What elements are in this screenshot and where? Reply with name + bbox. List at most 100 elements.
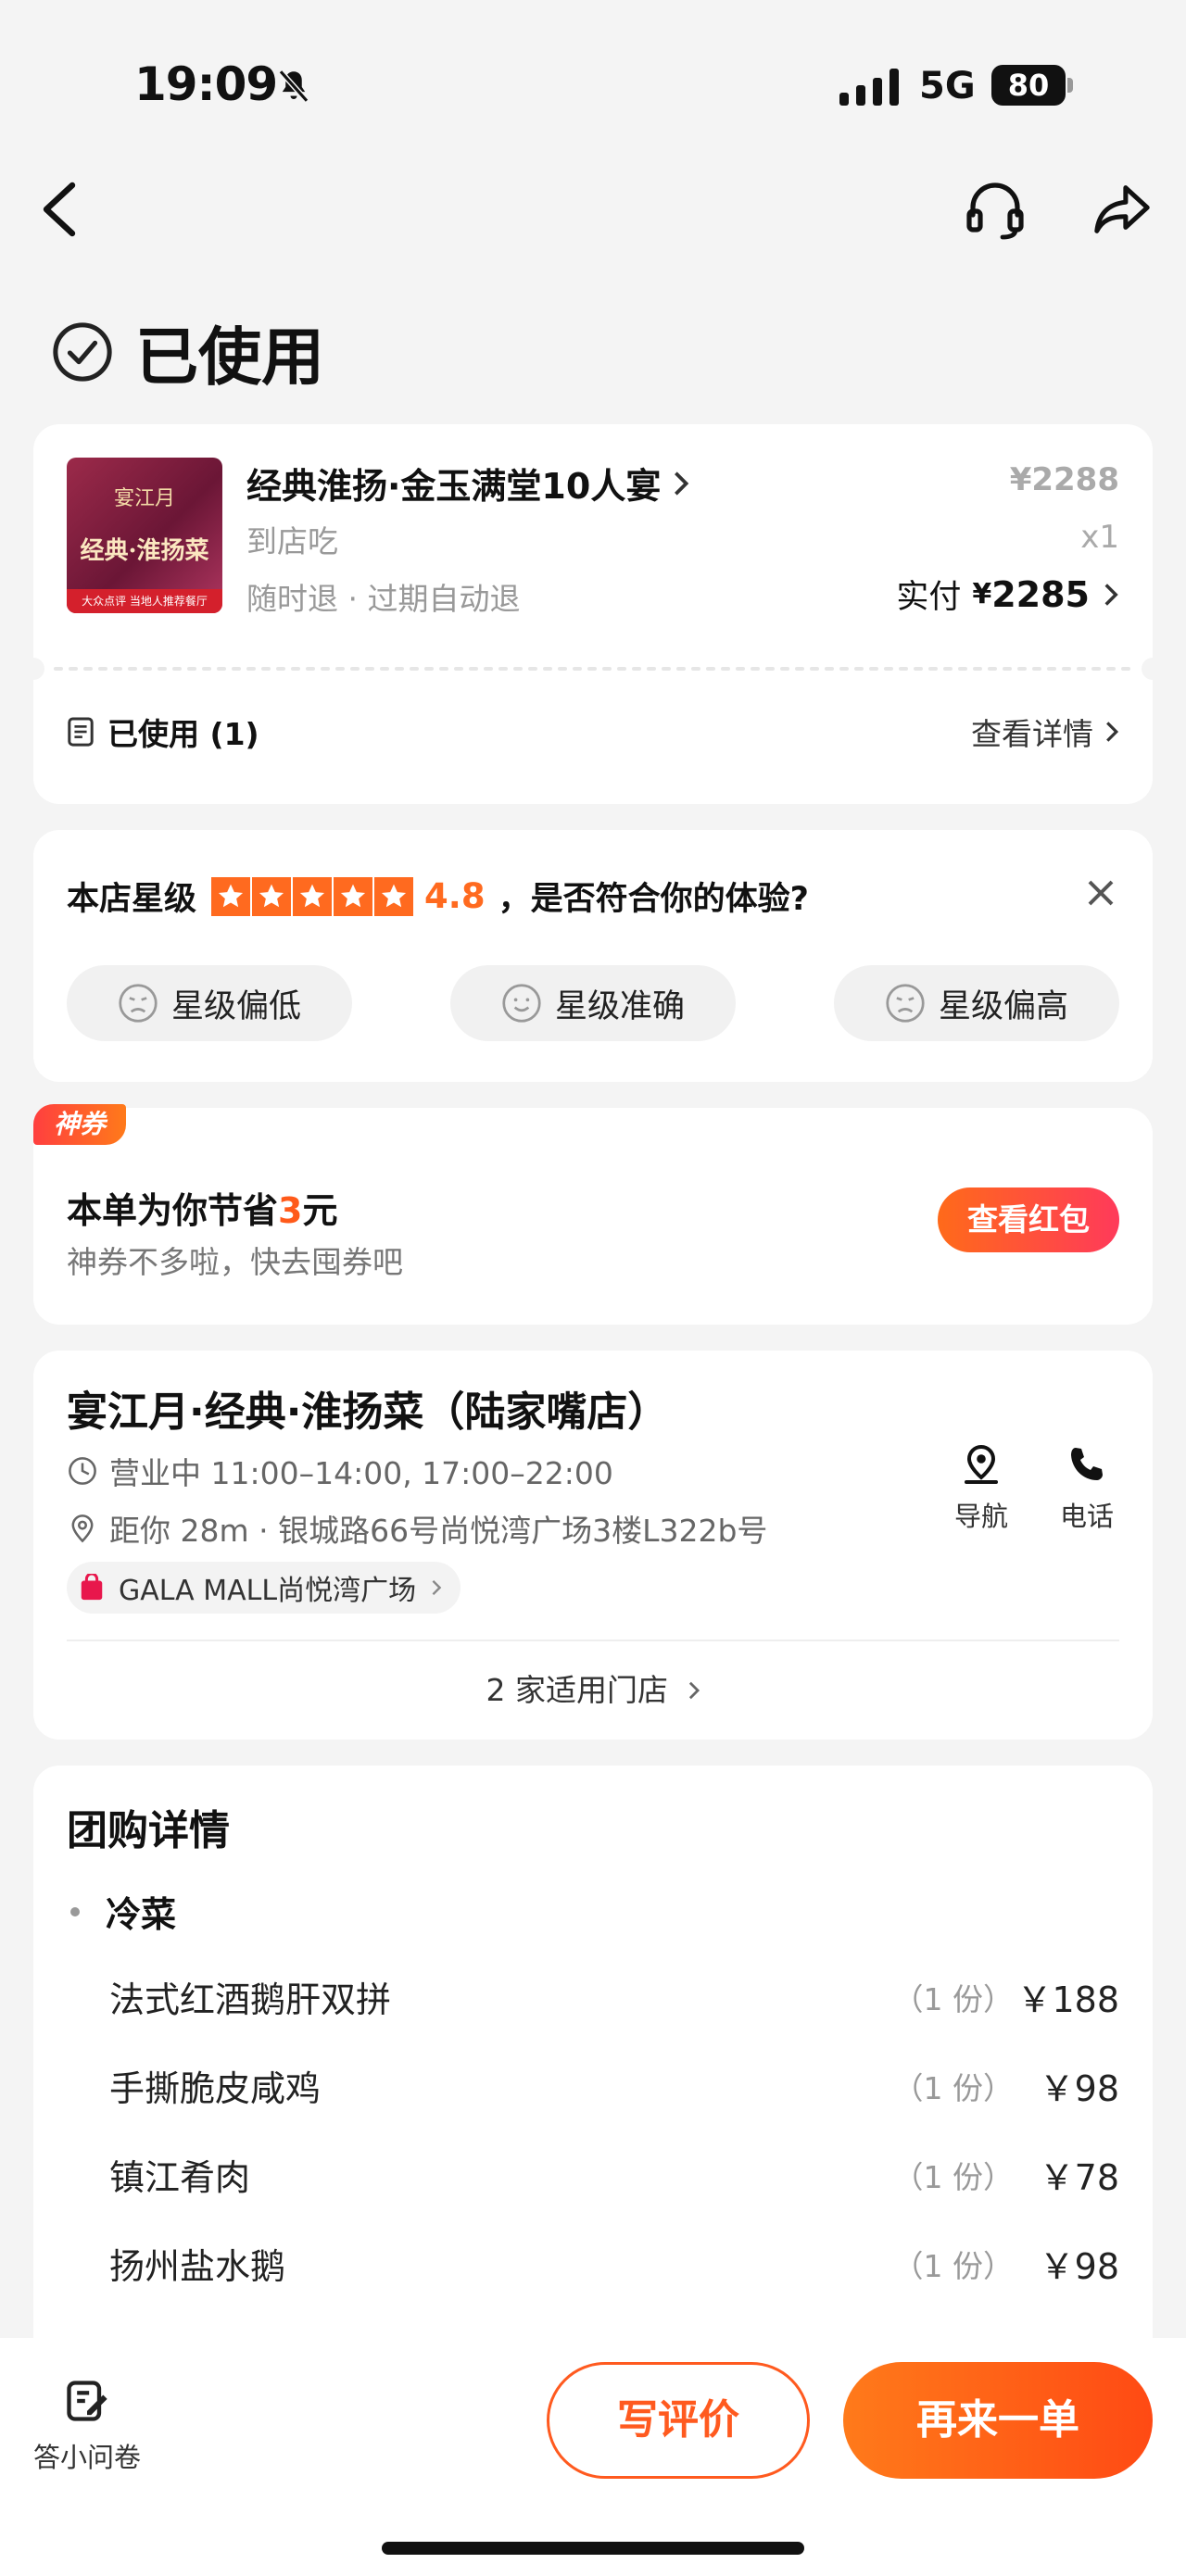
home-indicator xyxy=(382,2542,804,2555)
share-icon[interactable] xyxy=(1091,180,1153,239)
category-label: 冷菜 xyxy=(106,1894,177,1935)
chevron-right-icon xyxy=(688,1681,700,1700)
thumbnail-tagline: 经典·淮扬菜 xyxy=(80,537,209,565)
unhappy-face-icon xyxy=(119,984,158,1023)
edit-survey-icon xyxy=(67,2381,107,2421)
document-icon xyxy=(68,717,94,747)
dish-price: ￥98 xyxy=(1039,2246,1119,2287)
star-icon xyxy=(293,876,333,916)
perforation-divider xyxy=(33,658,1153,680)
store-hours: 营业中 11:00–14:00, 17:00–22:00 xyxy=(67,1449,613,1493)
rating-label: 本店星级 xyxy=(67,881,197,918)
battery-icon: 80 xyxy=(991,65,1075,106)
paid-amount-link[interactable]: 实付 ¥ 2285 xyxy=(896,571,1119,618)
coupon-badge: 神券 xyxy=(33,1104,126,1145)
divider xyxy=(67,1640,1119,1641)
star-icon xyxy=(211,876,251,916)
original-price: ¥2288 xyxy=(1009,461,1119,498)
applicable-stores-link[interactable]: 2 家适用门店 xyxy=(33,1665,1153,1710)
smile-face-icon xyxy=(502,984,541,1023)
chevron-right-icon xyxy=(1106,722,1119,742)
dish-quantity: （1 份） xyxy=(892,2248,1015,2284)
clock-icon xyxy=(69,1457,96,1485)
view-details-label: 查看详情 xyxy=(971,716,1093,752)
unhappy-face-icon xyxy=(886,984,925,1023)
page-title: 已使用 xyxy=(135,321,325,395)
phone-button[interactable]: 电话 xyxy=(1045,1443,1129,1534)
close-icon[interactable] xyxy=(1086,878,1116,908)
battery-level: 80 xyxy=(991,65,1066,106)
mall-name: GALA MALL尚悦湾广场 xyxy=(119,1575,417,1607)
applicable-stores-label: 2 家适用门店 xyxy=(486,1672,669,1708)
paid-amount: 2285 xyxy=(991,573,1090,615)
dish-name: 手撕脆皮咸鸡 xyxy=(109,2068,322,2109)
savings-prefix: 本单为你节省 xyxy=(67,1190,279,1231)
dish-name: 镇江肴肉 xyxy=(109,2157,251,2198)
store-info-card: 宴江月·经典·淮扬菜（陆家嘴店） 营业中 11:00–14:00, 17:00–… xyxy=(33,1351,1153,1740)
star-icon xyxy=(252,876,292,916)
thumbnail-ribbon: 大众点评 当地人推荐餐厅 xyxy=(67,589,222,613)
order-card: 宴江月 经典·淮扬菜 大众点评 当地人推荐餐厅 经典淮扬·金玉满堂10人宴 到店… xyxy=(33,424,1153,804)
savings-suffix: 元 xyxy=(302,1190,338,1231)
chevron-right-icon xyxy=(675,471,689,496)
write-review-button[interactable]: 写评价 xyxy=(547,2362,810,2479)
used-label: 已使用 (1) xyxy=(107,716,259,752)
deal-title-link[interactable]: 经典淮扬·金玉满堂10人宴 xyxy=(246,458,690,509)
rating-question: 本店星级 4.8 ，是否符合你的体验? xyxy=(67,873,809,920)
navigation-icon xyxy=(965,1444,998,1484)
paid-currency: ¥ xyxy=(972,578,992,610)
deal-title: 经典淮扬·金玉满堂10人宴 xyxy=(246,466,662,507)
store-name[interactable]: 宴江月·经典·淮扬菜（陆家嘴店） xyxy=(67,1378,668,1438)
dish-name: 法式红酒鹅肝双拼 xyxy=(109,1979,392,2020)
refund-policy: 随时退 · 过期自动退 xyxy=(246,581,521,617)
dish-name: 扬州盐水鹅 xyxy=(109,2246,286,2287)
store-address: 距你 28m · 银城路66号尚悦湾广场3楼L322b号 xyxy=(67,1506,767,1551)
chevron-right-icon xyxy=(1104,583,1118,606)
rate-option-label: 星级偏高 xyxy=(938,987,1068,1025)
rate-too-high-button[interactable]: 星级偏高 xyxy=(834,965,1119,1041)
bullet xyxy=(70,1906,80,1916)
phone-label: 电话 xyxy=(1059,1501,1114,1532)
dish-price: ￥188 xyxy=(1016,1979,1119,2020)
mall-tag[interactable]: GALA MALL尚悦湾广场 xyxy=(67,1562,461,1614)
thumbnail-brand: 宴江月 xyxy=(113,487,175,510)
rate-option-label: 星级偏低 xyxy=(170,987,301,1025)
coupon-subtitle: 神券不多啦，快去囤券吧 xyxy=(67,1244,403,1280)
view-red-packet-button[interactable]: 查看红包 xyxy=(938,1187,1119,1252)
star-rating xyxy=(211,876,415,916)
headset-icon[interactable] xyxy=(964,178,1027,241)
rate-too-low-button[interactable]: 星级偏低 xyxy=(67,965,352,1041)
dish-quantity: （1 份） xyxy=(892,2070,1015,2106)
location-pin-icon xyxy=(71,1514,94,1543)
rating-score: 4.8 xyxy=(424,876,486,916)
used-count: 已使用 (1) xyxy=(67,710,259,754)
back-arrow-icon[interactable] xyxy=(39,182,80,237)
star-icon xyxy=(334,876,373,916)
rate-accurate-button[interactable]: 星级准确 xyxy=(450,965,736,1041)
rate-option-label: 星级准确 xyxy=(554,987,685,1025)
dish-quantity: （1 份） xyxy=(892,1981,1015,2017)
check-circle-icon xyxy=(53,321,112,382)
survey-label: 答小问卷 xyxy=(32,2442,141,2473)
status-time: 19:09 xyxy=(134,57,278,111)
savings-amount: 3 xyxy=(278,1190,303,1231)
coupon-savings-card: 神券 本单为你节省3元 神券不多啦，快去囤券吧 查看红包 xyxy=(33,1104,1153,1325)
view-details-link[interactable]: 查看详情 xyxy=(971,710,1119,754)
navigation-label: 导航 xyxy=(953,1501,1008,1532)
signal-icon xyxy=(839,69,899,106)
survey-button[interactable]: 答小问卷 xyxy=(32,2377,143,2475)
dish-category: 冷菜 xyxy=(70,1886,176,1937)
bottom-action-bar: 答小问卷 写评价 再来一单 xyxy=(0,2338,1186,2576)
shopping-bag-icon xyxy=(81,1574,103,1601)
store-rating-card: 本店星级 4.8 ，是否符合你的体验? 星级偏低 星级准确 星级偏高 xyxy=(33,830,1153,1082)
deal-thumbnail[interactable]: 宴江月 经典·淮扬菜 大众点评 当地人推荐餐厅 xyxy=(67,458,222,613)
chevron-right-icon xyxy=(432,1579,442,1596)
store-address-text: 距你 28m · 银城路66号尚悦湾广场3楼L322b号 xyxy=(109,1513,768,1549)
dish-quantity: （1 份） xyxy=(892,2159,1015,2195)
store-hours-text: 营业中 11:00–14:00, 17:00–22:00 xyxy=(109,1455,613,1491)
navigation-button[interactable]: 导航 xyxy=(940,1443,1023,1534)
reorder-button[interactable]: 再来一单 xyxy=(843,2362,1153,2479)
silent-bell-icon xyxy=(278,69,309,103)
phone-icon xyxy=(1071,1448,1103,1480)
deal-type: 到店吃 xyxy=(246,523,338,559)
